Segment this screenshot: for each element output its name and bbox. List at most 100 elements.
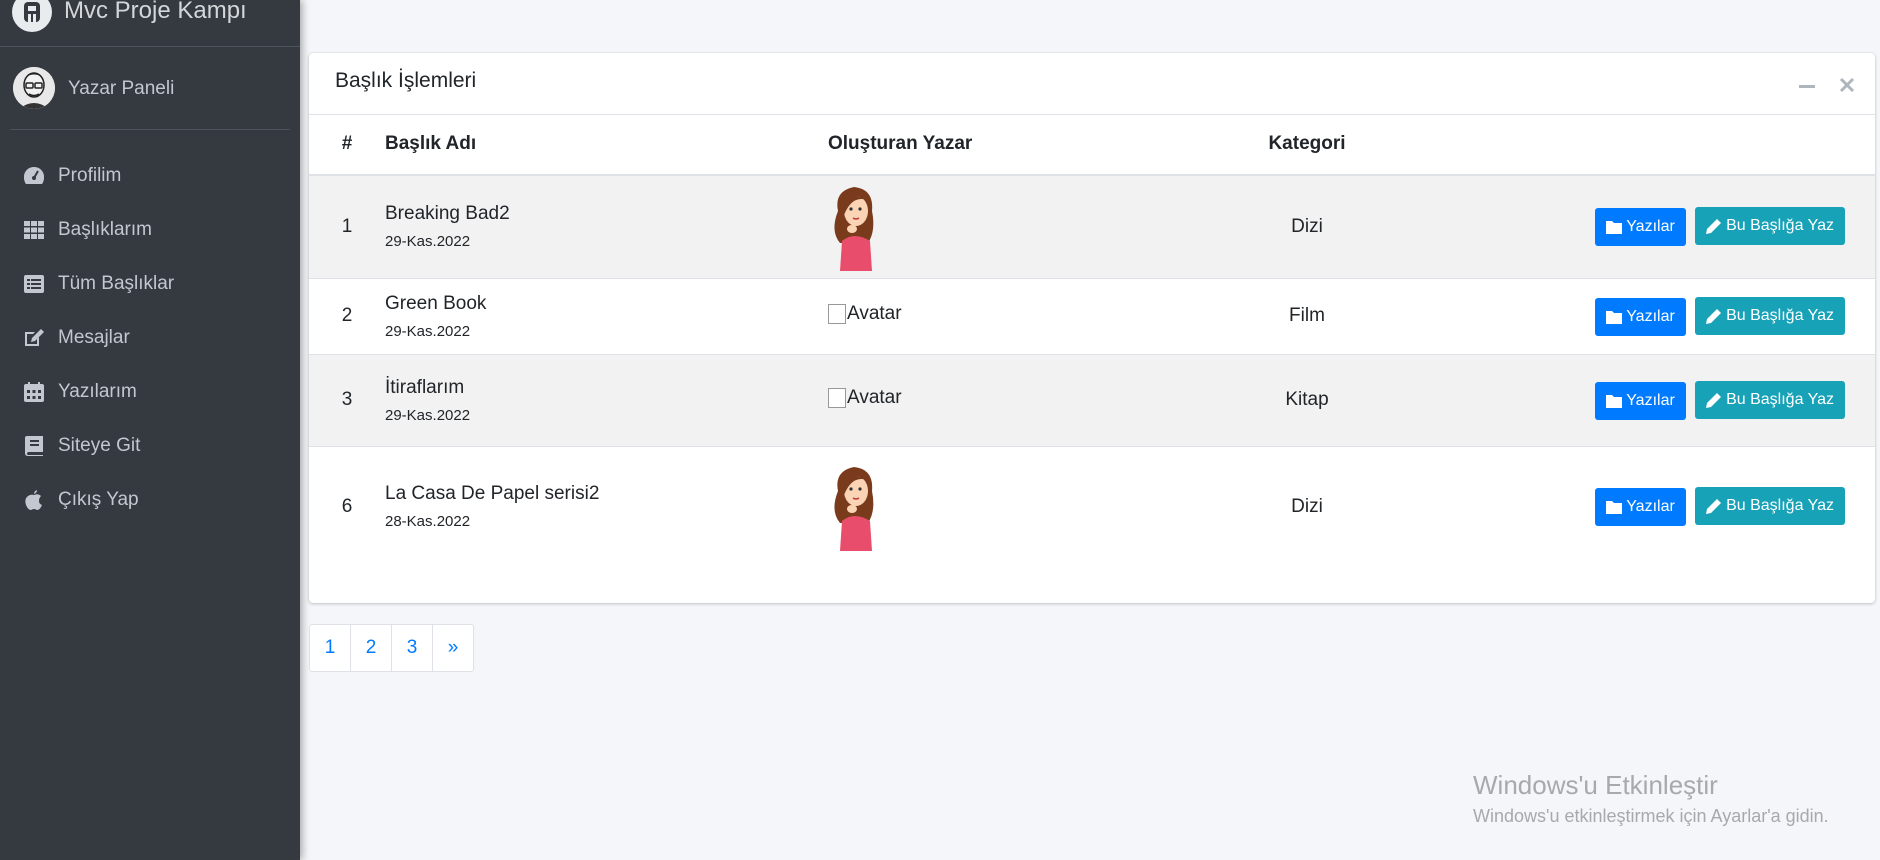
- row-number: 6: [309, 445, 385, 567]
- table-header-row: # Başlık Adı Oluşturan Yazar Kategori: [309, 114, 1875, 176]
- user-name[interactable]: Yazar Paneli: [68, 78, 174, 100]
- title-name: Breaking Bad2: [385, 203, 510, 225]
- apple-icon: [22, 489, 46, 511]
- titles-table: # Başlık Adı Oluşturan Yazar Kategori 1 …: [309, 114, 1875, 567]
- title-cell: Breaking Bad2 29-Kas.2022: [385, 174, 828, 278]
- write-button-label: Bu Başlığa Yaz: [1726, 306, 1834, 324]
- folder-icon: [1606, 221, 1623, 235]
- card-title: Başlık İşlemleri: [335, 69, 477, 92]
- posts-button[interactable]: Yazılar: [1595, 381, 1686, 420]
- sidebar-item-tum-basliklar[interactable]: Tüm Başlıklar: [8, 257, 292, 311]
- posts-button[interactable]: Yazılar: [1595, 488, 1686, 527]
- sidebar-item-label: Mesajlar: [58, 327, 130, 348]
- author-cell: Avatar: [828, 353, 1228, 446]
- page-link-1[interactable]: 1: [309, 624, 351, 672]
- title-name: Green Book: [385, 292, 487, 314]
- close-button[interactable]: [1837, 75, 1857, 95]
- sidebar-item-profilim[interactable]: Profilim: [8, 149, 292, 203]
- title-date: 29-Kas.2022: [385, 233, 471, 251]
- row-number: 2: [309, 277, 385, 354]
- brand-logo-icon: [12, 0, 52, 32]
- page-link-3[interactable]: 3: [391, 624, 433, 672]
- title-cell: İtiraflarım 29-Kas.2022: [385, 353, 828, 446]
- sidebar-item-siteye-git[interactable]: Siteye Git: [8, 419, 292, 473]
- windows-activation-title: Windows'u Etkinleştir: [1473, 770, 1718, 800]
- user-panel: Yazar Paneli: [10, 47, 290, 130]
- edit-icon: [22, 327, 46, 349]
- list-alt-icon: [22, 273, 46, 295]
- posts-button-label: Yazılar: [1626, 307, 1675, 325]
- avatar-alt-text: Avatar: [847, 302, 902, 324]
- sidebar-item-label: Yazılarım: [58, 381, 137, 402]
- folder-icon: [1606, 394, 1623, 408]
- column-header-actions: [1386, 114, 1875, 176]
- title-cell: Green Book 29-Kas.2022: [385, 277, 828, 354]
- sidebar-item-label: Profilim: [58, 165, 122, 186]
- sidebar-item-yazilarim[interactable]: Yazılarım: [8, 365, 292, 419]
- title-name: İtiraflarım: [385, 376, 465, 398]
- title-cell: La Casa De Papel serisi2 28-Kas.2022: [385, 445, 828, 567]
- card-header: Başlık İşlemleri: [309, 53, 1875, 115]
- table-row: 3 İtiraflarım 29-Kas.2022 Avatar Kitap Y…: [309, 353, 1875, 446]
- broken-image-icon: [828, 387, 846, 408]
- sidebar-item-cikis-yap[interactable]: Çıkış Yap: [8, 473, 292, 527]
- sidebar-item-basliklarim[interactable]: Başlıklarım: [8, 203, 292, 257]
- pencil-icon: [1706, 392, 1722, 408]
- author-avatar-image: [834, 186, 874, 271]
- calendar-icon: [22, 381, 46, 403]
- author-avatar-image: [834, 466, 874, 551]
- write-button[interactable]: Bu Başlığa Yaz: [1695, 487, 1845, 526]
- sidebar-item-mesajlar[interactable]: Mesajlar: [8, 311, 292, 365]
- posts-button[interactable]: Yazılar: [1595, 208, 1686, 247]
- broken-avatar-image: Avatar: [828, 303, 902, 325]
- column-header-author: Oluşturan Yazar: [828, 114, 1228, 176]
- windows-activation-subtitle: Windows'u etkinleştirmek için Ayarlar'a …: [1473, 806, 1829, 826]
- category-cell: Dizi: [1228, 445, 1386, 567]
- brand-text: Mvc Proje Kampı: [64, 0, 247, 24]
- table-row: 2 Green Book 29-Kas.2022 Avatar Film Yaz…: [309, 277, 1875, 354]
- author-cell: Avatar: [828, 277, 1228, 354]
- user-avatar[interactable]: [13, 67, 55, 109]
- write-button[interactable]: Bu Başlığa Yaz: [1695, 207, 1845, 246]
- row-number: 1: [309, 174, 385, 278]
- pencil-icon: [1706, 499, 1722, 515]
- actions-cell: Yazılar Bu Başlığa Yaz: [1386, 445, 1875, 567]
- category-cell: Kitap: [1228, 353, 1386, 446]
- page-link-2[interactable]: 2: [350, 624, 392, 672]
- category-cell: Film: [1228, 277, 1386, 354]
- write-button[interactable]: Bu Başlığa Yaz: [1695, 380, 1845, 419]
- actions-cell: Yazılar Bu Başlığa Yaz: [1386, 277, 1875, 354]
- author-cell: [828, 445, 1228, 567]
- sidebar-item-label: Başlıklarım: [58, 219, 152, 240]
- collapse-button[interactable]: [1797, 75, 1817, 95]
- sidebar-item-label: Siteye Git: [58, 435, 141, 456]
- folder-icon: [1606, 310, 1623, 324]
- posts-button[interactable]: Yazılar: [1595, 297, 1686, 336]
- minus-icon: [1799, 85, 1815, 88]
- sidebar: Mvc Proje Kampı Yazar Paneli Profilim Ba…: [0, 0, 300, 860]
- category-cell: Dizi: [1228, 174, 1386, 278]
- pagination: 1 2 3 »: [309, 624, 474, 672]
- row-number: 3: [309, 353, 385, 446]
- book-icon: [22, 435, 46, 457]
- column-header-category: Kategori: [1228, 114, 1386, 176]
- table-row: 1 Breaking Bad2 29-Kas.2022 Dizi Yazılar…: [309, 174, 1875, 278]
- broken-avatar-image: Avatar: [828, 387, 902, 409]
- page-link-next[interactable]: »: [432, 624, 474, 672]
- titles-card: Başlık İşlemleri # Başlık Adı Oluşturan …: [309, 53, 1875, 603]
- table-row: 6 La Casa De Papel serisi2 28-Kas.2022 D…: [309, 445, 1875, 567]
- sidebar-item-label: Tüm Başlıklar: [58, 273, 175, 294]
- posts-button-label: Yazılar: [1626, 498, 1675, 516]
- title-date: 28-Kas.2022: [385, 513, 471, 531]
- broken-image-icon: [828, 303, 846, 324]
- posts-button-label: Yazılar: [1626, 391, 1675, 409]
- write-button-label: Bu Başlığa Yaz: [1726, 497, 1834, 515]
- title-date: 29-Kas.2022: [385, 322, 471, 340]
- author-cell: [828, 174, 1228, 278]
- title-name: La Casa De Papel serisi2: [385, 483, 600, 505]
- column-header-number: #: [309, 114, 385, 176]
- th-grid-icon: [22, 219, 46, 241]
- brand-link[interactable]: Mvc Proje Kampı: [0, 0, 300, 47]
- write-button-label: Bu Başlığa Yaz: [1726, 217, 1834, 235]
- write-button[interactable]: Bu Başlığa Yaz: [1695, 296, 1845, 335]
